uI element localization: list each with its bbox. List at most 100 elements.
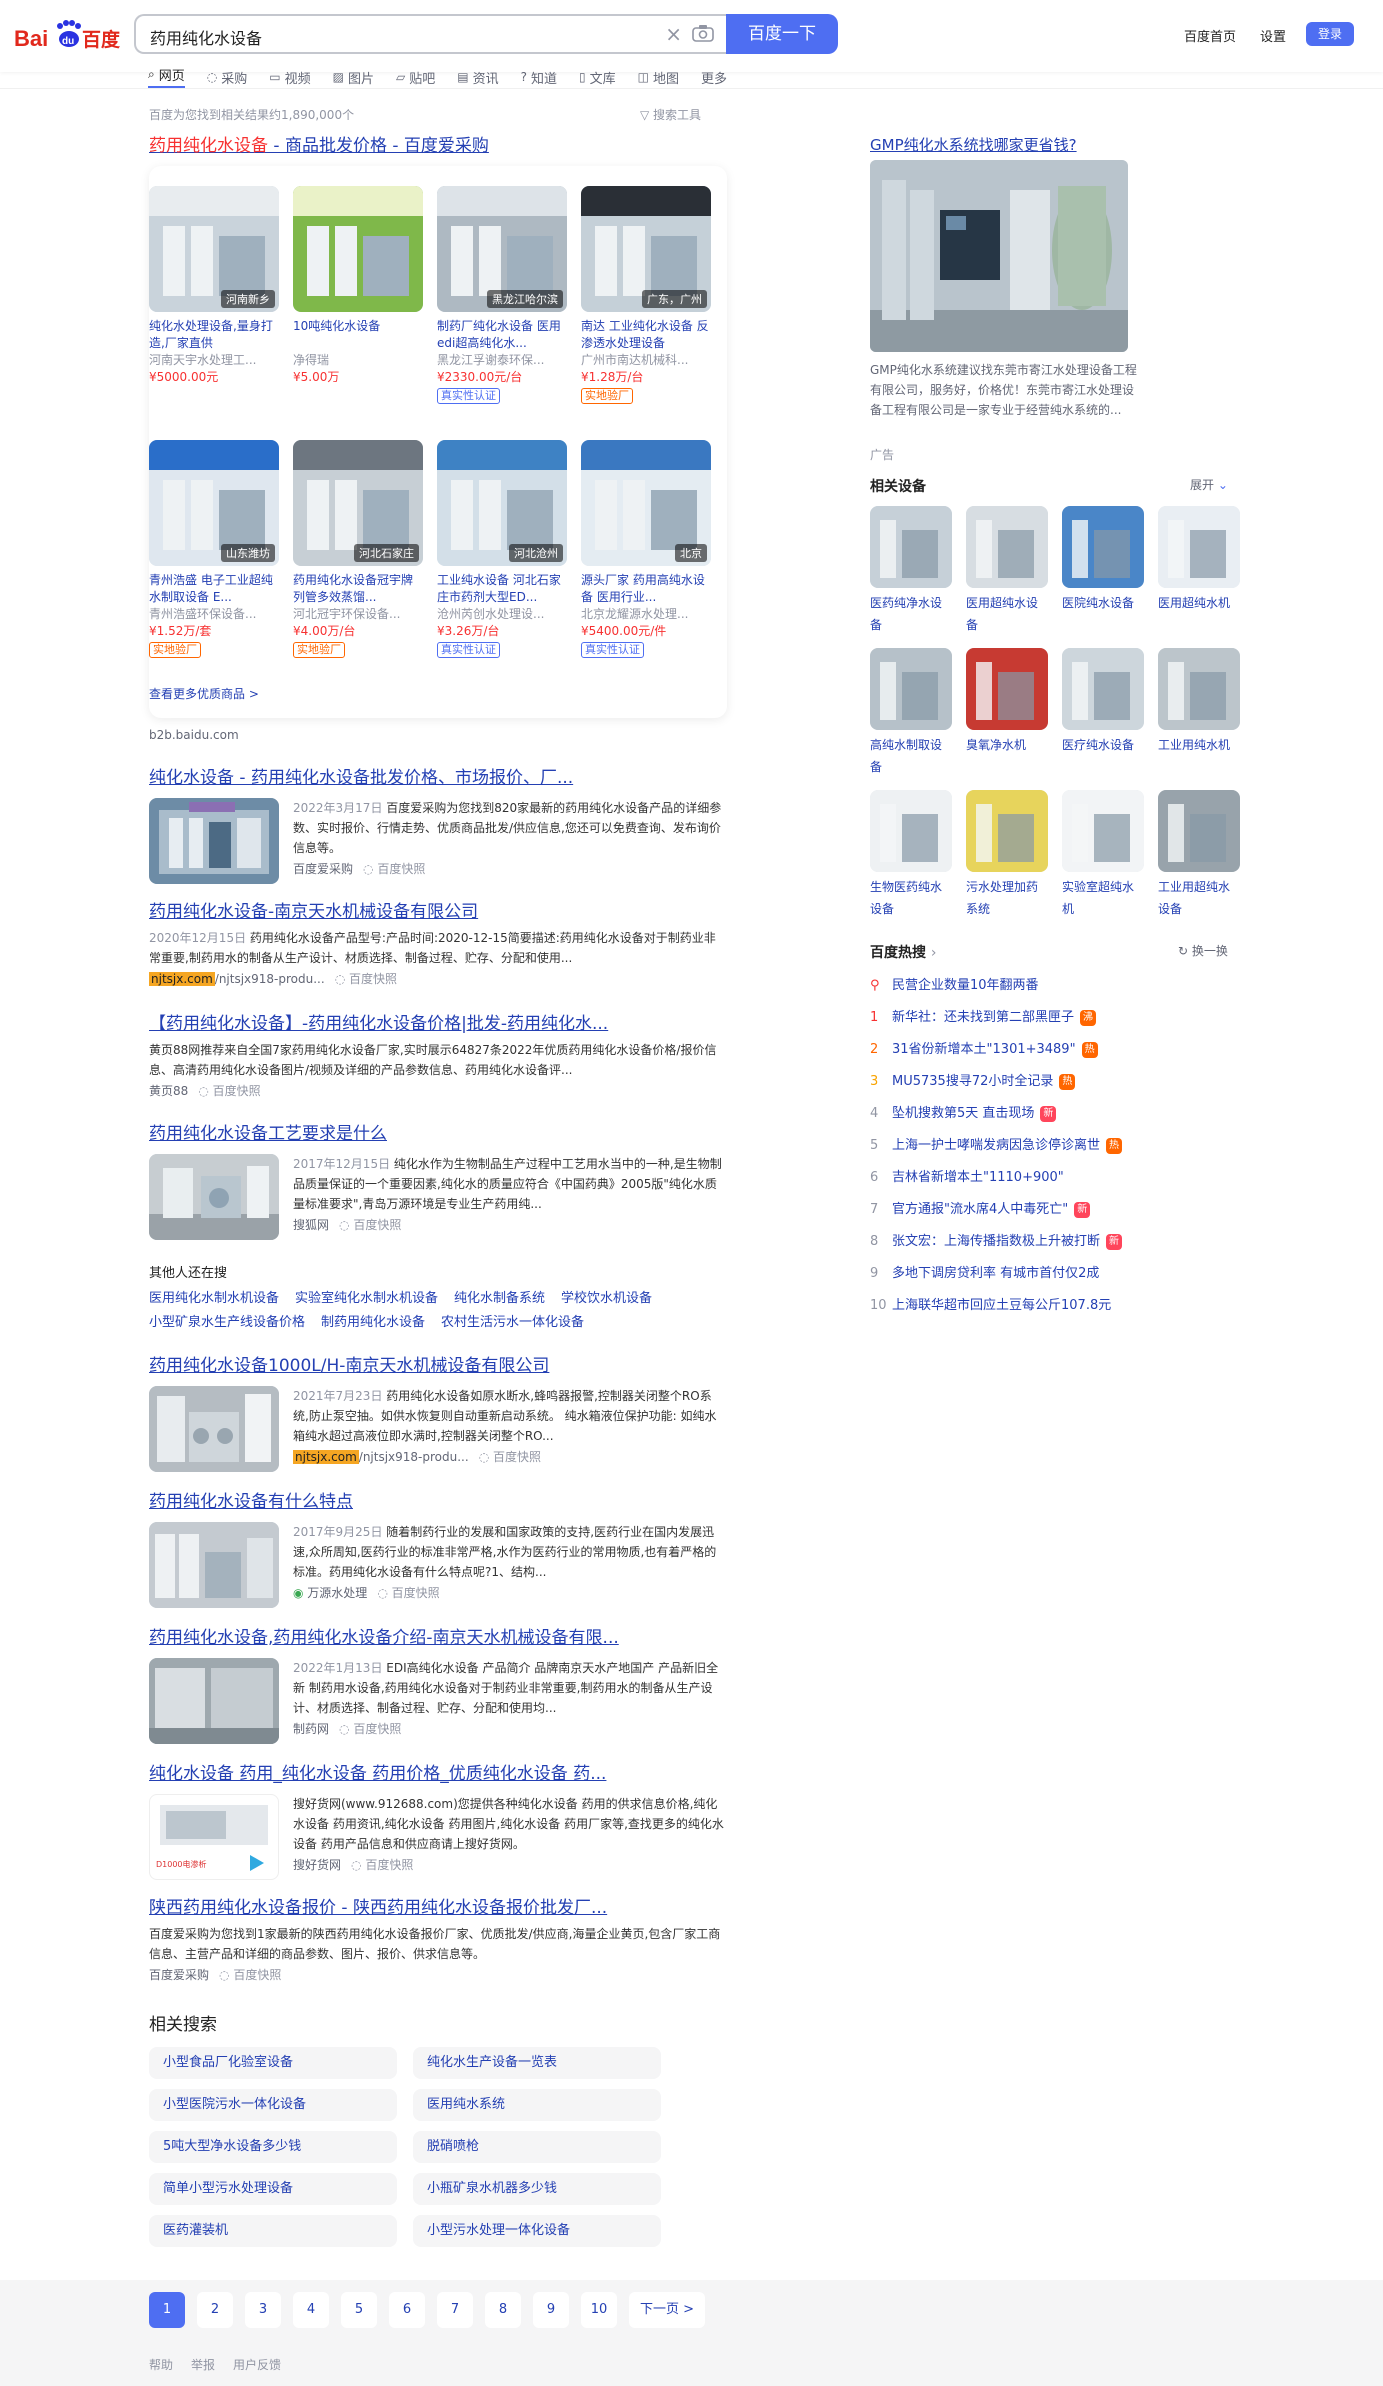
product-item[interactable]: 河南新乡 纯化水处理设备,量身打造,厂家直供 河南天宇水处理工... ¥5000.00… (149, 186, 279, 386)
hot-item[interactable]: 7 官方通报"流水席4人中毒死亡" 新 (870, 1194, 1250, 1226)
equip-label[interactable]: 医用超纯水设备 (966, 592, 1048, 636)
hot-text[interactable]: 上海联华超市回应土豆每公斤107.8元 (892, 1290, 1111, 1322)
hot-text[interactable]: 31省份新增本土"1301+3489" (892, 1034, 1076, 1066)
equip-item[interactable]: 医药纯净水设备 (870, 506, 952, 636)
related-item[interactable]: 5吨大型净水设备多少钱 (149, 2131, 397, 2163)
equip-label[interactable]: 高纯水制取设备 (870, 734, 952, 778)
cache-link[interactable]: ◌ 百度快照 (377, 1584, 439, 1601)
hot-text[interactable]: 官方通报"流水席4人中毒死亡" (892, 1194, 1068, 1226)
equip-label[interactable]: 医疗纯水设备 (1062, 734, 1144, 756)
result-site[interactable]: 搜狐网 (293, 1216, 329, 1233)
tab-tieba[interactable]: ▱ 贴吧 (396, 66, 435, 88)
related-item[interactable]: 医用纯水系统 (413, 2089, 661, 2121)
result-thumbnail[interactable] (149, 1658, 279, 1744)
result-site[interactable]: 百度爱采购 (149, 1966, 209, 1983)
refresh-button[interactable]: ↻ 换一换 (1178, 942, 1228, 959)
equip-image[interactable] (870, 790, 952, 872)
others-link[interactable]: 小型矿泉水生产线设备价格 (149, 1311, 305, 1335)
product-item[interactable]: 山东潍坊 青州浩盛 电子工业超纯水制取设备 E... 青州浩盛环保设备... ¥1.5… (149, 440, 279, 658)
hot-text[interactable]: 民营企业数量10年翻两番 (892, 970, 1039, 1002)
hot-text[interactable]: 多地下调房贷利率 有城市首付仅2成 (892, 1258, 1099, 1290)
product-item[interactable]: 10吨纯化水设备 净得瑞 ¥5.00万 (293, 186, 423, 386)
product-image[interactable]: 河北沧州 (437, 440, 567, 566)
hot-text[interactable]: 吉林省新增本土"1110+900" (892, 1162, 1064, 1194)
product-item[interactable]: 广东，广州 南达 工业纯化水设备 反渗透水处理设备 广州市南达机械科... ¥1.28… (581, 186, 711, 404)
baidu-logo[interactable]: Bai du 百度 (14, 18, 120, 54)
hot-item[interactable]: 9 多地下调房贷利率 有城市首付仅2成 (870, 1258, 1250, 1290)
hot-item[interactable]: 5 上海一护士哮喘发病因急诊停诊离世热 (870, 1130, 1250, 1162)
result-title[interactable]: 药用纯化水设备,药用纯化水设备介绍-南京天水机械设备有限... (149, 1626, 725, 1650)
product-company[interactable]: 沧州芮创水处理设... (437, 606, 567, 622)
equip-item[interactable]: 工业用超纯水设备 (1158, 790, 1240, 920)
product-image[interactable] (293, 186, 423, 312)
ad-image[interactable] (870, 160, 1128, 352)
product-company[interactable]: 河北冠宇环保设备... (293, 606, 423, 622)
product-name[interactable]: 青州浩盛 电子工业超纯水制取设备 E... (149, 572, 279, 606)
equip-item[interactable]: 医疗纯水设备 (1062, 648, 1144, 756)
cache-link[interactable]: ◌ 百度快照 (351, 1856, 413, 1873)
others-link[interactable]: 纯化水制备系统 (454, 1287, 545, 1311)
product-image[interactable]: 广东，广州 (581, 186, 711, 312)
hot-text[interactable]: 张文宏：上海传播指数极上升被打断 (892, 1226, 1100, 1258)
result-thumbnail[interactable] (149, 1386, 279, 1472)
equip-item[interactable]: 实验室超纯水机 (1062, 790, 1144, 920)
hot-text[interactable]: 上海一护士哮喘发病因急诊停诊离世 (892, 1130, 1100, 1162)
equip-item[interactable]: 生物医药纯水设备 (870, 790, 952, 920)
hot-item[interactable]: 8 张文宏：上海传播指数极上升被打断新 (870, 1226, 1250, 1258)
tab-map[interactable]: ◫ 地图 (638, 66, 679, 88)
footer-help[interactable]: 帮助 (149, 2356, 173, 2373)
cache-link[interactable]: ◌ 百度快照 (479, 1448, 541, 1465)
result-title[interactable]: 纯化水设备 - 药用纯化水设备批发价格、市场报价、厂... (149, 766, 725, 790)
page-10[interactable]: 10 (581, 2292, 617, 2328)
related-item[interactable]: 简单小型污水处理设备 (149, 2173, 397, 2205)
equip-image[interactable] (966, 790, 1048, 872)
equip-label[interactable]: 实验室超纯水机 (1062, 876, 1144, 920)
result-title[interactable]: 药用纯化水设备有什么特点 (149, 1490, 725, 1514)
equip-item[interactable]: 污水处理加药系统 (966, 790, 1048, 920)
link-baidu-home[interactable]: 百度首页 (1184, 26, 1236, 45)
equip-image[interactable] (1062, 648, 1144, 730)
related-item[interactable]: 纯化水生产设备一览表 (413, 2047, 661, 2079)
equip-label[interactable]: 医用超纯水机 (1158, 592, 1240, 614)
product-item[interactable]: 黑龙江哈尔滨 制药厂纯化水设备 医用edi超高纯化水... 黑龙江孚谢泰环保... ¥… (437, 186, 567, 404)
result-thumbnail[interactable] (149, 1154, 279, 1240)
next-page-button[interactable]: 下一页 > (629, 2292, 705, 2328)
equip-item[interactable]: 医用超纯水设备 (966, 506, 1048, 636)
ad-title[interactable]: GMP纯化水系统找哪家更省钱? (870, 134, 1240, 155)
product-name[interactable]: 10吨纯化水设备 (293, 318, 423, 352)
clear-icon[interactable]: × (665, 22, 682, 46)
product-image[interactable]: 山东潍坊 (149, 440, 279, 566)
equip-item[interactable]: 臭氧净水机 (966, 648, 1048, 756)
page-8[interactable]: 8 (485, 2292, 521, 2328)
product-name[interactable]: 南达 工业纯化水设备 反渗透水处理设备 (581, 318, 711, 352)
product-company[interactable]: 黑龙江孚谢泰环保... (437, 352, 567, 368)
product-item[interactable]: 河北石家庄 药用纯化水设备冠宇牌列管多效蒸馏... 河北冠宇环保设备... ¥4.00… (293, 440, 423, 658)
hot-item[interactable]: 3 MU5735搜寻72小时全记录热 (870, 1066, 1250, 1098)
result-site[interactable]: 搜好货网 (293, 1856, 341, 1873)
equip-image[interactable] (1062, 506, 1144, 588)
others-link[interactable]: 学校饮水机设备 (561, 1287, 652, 1311)
cache-link[interactable]: ◌ 百度快照 (363, 860, 425, 877)
equip-item[interactable]: 高纯水制取设备 (870, 648, 952, 778)
result-thumbnail[interactable] (149, 1522, 279, 1608)
related-item[interactable]: 小型医院污水一体化设备 (149, 2089, 397, 2121)
equip-image[interactable] (1158, 648, 1240, 730)
product-company[interactable]: 北京龙耀源水处理... (581, 606, 711, 622)
product-name[interactable]: 制药厂纯化水设备 医用edi超高纯化水... (437, 318, 567, 352)
result-title[interactable]: 药用纯化水设备工艺要求是什么 (149, 1122, 725, 1146)
hot-item[interactable]: 2 31省份新增本土"1301+3489" 热 (870, 1034, 1250, 1066)
hot-title[interactable]: 百度热搜 › (870, 942, 936, 962)
equip-label[interactable]: 生物医药纯水设备 (870, 876, 952, 920)
hot-item[interactable]: 1 新华社：还未找到第二部黑匣子沸 (870, 1002, 1250, 1034)
equip-image[interactable] (870, 648, 952, 730)
related-item[interactable]: 小型污水处理一体化设备 (413, 2215, 661, 2247)
product-item[interactable]: 河北沧州 工业纯水设备 河北石家庄市药剂大型ED... 沧州芮创水处理设... ¥3.… (437, 440, 567, 658)
cache-link[interactable]: ◌ 百度快照 (219, 1966, 281, 1983)
page-6[interactable]: 6 (389, 2292, 425, 2328)
page-4[interactable]: 4 (293, 2292, 329, 2328)
result-title[interactable]: 药用纯化水设备-南京天水机械设备有限公司 (149, 900, 725, 924)
product-company[interactable]: 广州市南达机械科... (581, 352, 711, 368)
equip-image[interactable] (966, 648, 1048, 730)
product-company[interactable]: 青州浩盛环保设备... (149, 606, 279, 622)
equip-image[interactable] (870, 506, 952, 588)
